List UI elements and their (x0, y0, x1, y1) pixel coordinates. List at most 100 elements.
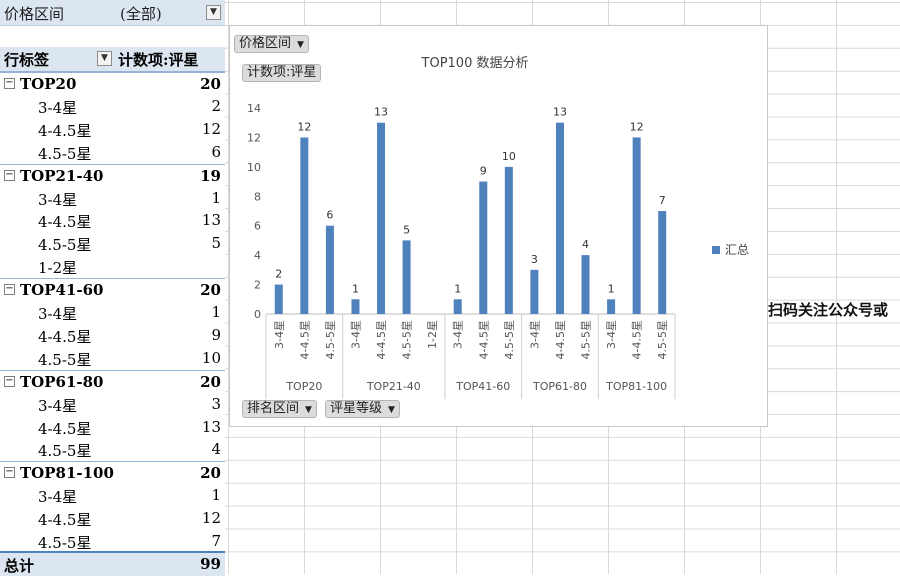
item-label: 4.5-5星 (38, 350, 92, 369)
group-total: 19 (200, 166, 221, 185)
y-tick-label: 10 (247, 161, 261, 174)
pivot-item-row[interactable]: 3-4星 1 (0, 301, 225, 324)
pivot-chart[interactable]: TOP100 数据分析 0 2 4 6 8 10 12 14 2 3-4星 12 4-4.5星 6 4.5-… (229, 25, 768, 427)
data-label: 1 (352, 282, 359, 295)
grand-total-value: 99 (200, 555, 221, 573)
group-label: TOP81-100 (20, 464, 114, 483)
chart-rank-axis-button[interactable]: 排名区间 ▼ (242, 400, 317, 418)
group-total: 20 (200, 372, 221, 391)
chart-bar (325, 225, 334, 314)
collapse-icon[interactable]: − (4, 467, 15, 479)
collapse-icon[interactable]: − (4, 78, 15, 89)
item-label: 4.5-5星 (38, 144, 92, 163)
chart-rating-axis-button[interactable]: 评星等级 ▼ (325, 400, 400, 418)
chart-bar (504, 166, 513, 314)
item-count: 2 (211, 96, 221, 115)
y-tick-label: 0 (254, 308, 261, 321)
data-label: 12 (630, 120, 644, 133)
pivot-item-row[interactable]: 3-4星 3 (0, 393, 225, 416)
item-label: 3-4星 (38, 396, 78, 415)
group-label: TOP21-40 (366, 380, 421, 393)
x-tick-label: 4-4.5星 (375, 320, 388, 359)
chart-bar (274, 284, 283, 314)
x-tick-label: 4-4.5星 (298, 320, 311, 359)
data-label: 10 (502, 150, 516, 163)
x-tick-label: 1-2星 (426, 320, 439, 349)
chart-bar (581, 255, 590, 314)
pivot-item-row[interactable]: 4.5-5星 10 (0, 347, 225, 370)
collapse-icon[interactable]: − (4, 284, 15, 296)
row-labels-header: 行标签 (4, 51, 50, 69)
item-count: 5 (211, 234, 221, 253)
group-label: TOP21-40 (20, 166, 104, 185)
group-label: TOP61-80 (532, 380, 587, 393)
pivot-item-row[interactable]: 3-4星 1 (0, 484, 225, 507)
x-tick-label: 3-4星 (605, 320, 618, 349)
pivot-group-row[interactable]: − TOP41-60 20 (0, 278, 225, 302)
pivot-item-row[interactable]: 4-4.5星 13 (0, 416, 225, 439)
y-tick-label: 2 (254, 279, 261, 292)
y-tick-label: 12 (247, 131, 261, 144)
data-label: 9 (480, 165, 487, 178)
chart-bar (632, 137, 641, 314)
item-label: 4.5-5星 (38, 442, 92, 461)
pivot-item-row[interactable]: 3-4星 1 (0, 187, 225, 210)
item-label: 3-4星 (38, 190, 78, 209)
chart-value-field-button[interactable]: 计数项:评星 (242, 64, 322, 82)
x-tick-label: 4.5-5星 (324, 320, 337, 359)
data-label: 1 (454, 282, 461, 295)
item-label: 4-4.5星 (38, 327, 92, 346)
x-tick-label: 4.5-5星 (503, 320, 516, 359)
pivot-item-row[interactable]: 1-2星 (0, 255, 225, 278)
group-total: 20 (200, 281, 221, 300)
chart-svg: TOP100 数据分析0246810121423-4星124-4.5星64.5-… (247, 56, 749, 399)
chevron-down-icon: ▼ (388, 405, 395, 415)
pivot-item-row[interactable]: 4-4.5星 12 (0, 507, 225, 530)
pivot-item-row[interactable]: 4-4.5星 9 (0, 324, 225, 347)
collapse-icon[interactable]: − (4, 169, 15, 181)
data-label: 2 (275, 268, 282, 281)
pivot-item-row[interactable]: 4-4.5星 13 (0, 209, 225, 232)
chart-bar (658, 211, 667, 314)
group-label: TOP20 (285, 380, 322, 393)
grand-total-row: 总计 99 (0, 551, 225, 576)
report-filter-row: 价格区间 (全部) ▼ (0, 0, 225, 26)
chart-price-filter-button[interactable]: 价格区间 ▼ (234, 35, 309, 53)
filter-dropdown-icon[interactable]: ▼ (206, 5, 221, 20)
pivot-item-row[interactable]: 4.5-5星 5 (0, 232, 225, 255)
pivot-group-row[interactable]: − TOP21-40 19 (0, 163, 225, 188)
pivot-item-row[interactable]: 4.5-5星 4 (0, 438, 225, 461)
item-count: 13 (201, 417, 221, 436)
group-label: TOP41-60 (20, 281, 104, 300)
group-total: 20 (200, 75, 221, 93)
chart-bar (300, 137, 309, 314)
group-label: TOP41-60 (455, 380, 510, 393)
pivot-item-row[interactable]: 3-4星 2 (0, 95, 225, 118)
x-tick-label: 4-4.5星 (477, 320, 490, 359)
item-label: 1-2星 (38, 259, 78, 278)
item-count: 13 (201, 211, 221, 230)
chevron-down-icon: ▼ (305, 405, 312, 415)
pivot-item-row[interactable]: 4.5-5星 6 (0, 141, 225, 164)
pivot-group-row[interactable]: − TOP61-80 20 (0, 369, 225, 394)
chart-bar (377, 122, 386, 314)
item-count: 3 (211, 394, 221, 413)
data-label: 13 (374, 106, 388, 119)
y-tick-label: 4 (254, 249, 261, 262)
pivot-group-row[interactable]: − TOP81-100 20 (0, 461, 225, 485)
pivot-item-row[interactable]: 4-4.5星 12 (0, 118, 225, 141)
pivot-group-row[interactable]: − TOP20 20 (0, 72, 225, 96)
chart-title: TOP100 数据分析 (421, 56, 529, 71)
pivot-item-row[interactable]: 4.5-5星 7 (0, 530, 225, 553)
item-count: 9 (211, 325, 221, 344)
pivot-table: 价格区间 (全部) ▼ 行标签 ▼ 计数项:评星 − TOP20 20 3-4星 2 4-… (0, 0, 225, 576)
x-tick-label: 3-4星 (452, 320, 465, 349)
chart-bar (351, 299, 360, 314)
collapse-icon[interactable]: − (4, 375, 15, 387)
pivot-header-row: 行标签 ▼ 计数项:评星 (0, 47, 225, 72)
chart-value-field-label: 计数项:评星 (247, 65, 317, 80)
data-label: 3 (531, 253, 538, 266)
data-label: 13 (553, 106, 567, 119)
row-labels-dropdown-icon[interactable]: ▼ (97, 51, 112, 66)
x-tick-label: 3-4星 (349, 320, 362, 349)
